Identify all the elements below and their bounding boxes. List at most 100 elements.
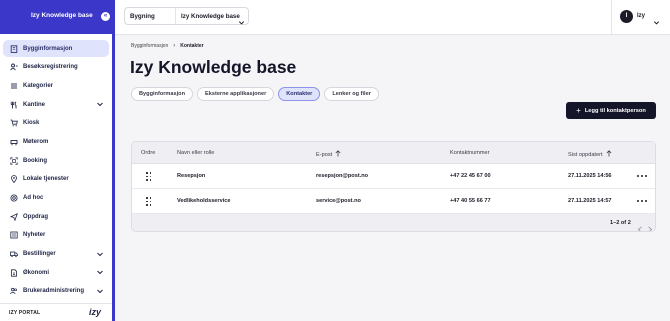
breadcrumb: Bygginformasjon › Kontakter	[131, 43, 204, 49]
contact-updated: 27.11.2025 14:57	[568, 198, 612, 204]
booking-icon	[10, 157, 18, 165]
table-row[interactable]: Resepsjon resepsjon@post.no +47 22 45 67…	[132, 164, 655, 189]
contact-email: resepsjon@post.no	[316, 173, 369, 179]
contact-name: Vedlikeholdsservice	[177, 198, 231, 204]
sidebar-item-besoksregistrering[interactable]: Besøksregistrering	[3, 59, 109, 76]
column-header-navn: Navn eller rolle	[177, 150, 214, 156]
sidebar-footer: IZY PORTAL izy	[0, 303, 112, 321]
building-selector[interactable]: Bygning Izy Knowledge base	[124, 7, 249, 25]
sidebar-item-kategorier[interactable]: Kategorier	[3, 77, 109, 94]
column-header-epost[interactable]: E-post	[316, 150, 341, 159]
sidebar-item-label: Besøksregistrering	[23, 64, 78, 71]
sidebar-item-bygginformasjon[interactable]: Bygginformasjon	[3, 40, 109, 57]
chevron-down-icon	[96, 268, 104, 276]
table-footer: 1–2 of 2	[132, 214, 655, 231]
column-label: Ordre	[141, 150, 156, 156]
topbar: Bygning Izy Knowledge base I Izy	[115, 0, 670, 35]
sidebar-item-label: Kategorier	[23, 82, 54, 89]
sidebar-item-brukeradministrering[interactable]: Brukeradministrering	[3, 283, 109, 300]
sidebar-item-ad-hoc[interactable]: Ad hoc	[3, 190, 109, 207]
sidebar-header: Izy Knowledge base «	[0, 0, 114, 34]
sidebar-item-label: Kiosk	[23, 120, 40, 127]
sidebar-item-bestillinger[interactable]: Bestillinger	[3, 246, 109, 263]
divider	[175, 8, 176, 24]
sidebar-item-label: Ad hoc	[23, 195, 44, 201]
pagination-info: 1–2 of 2	[610, 220, 631, 226]
sidebar-item-label: Booking	[23, 157, 47, 164]
drag-handle-icon[interactable]	[146, 172, 152, 181]
sidebar-accent-bar	[112, 0, 115, 321]
column-label: E-post	[316, 151, 333, 158]
news-icon	[10, 231, 18, 239]
more-options-icon[interactable]	[637, 200, 647, 203]
collapse-sidebar-icon[interactable]: «	[101, 12, 110, 21]
sidebar-item-booking[interactable]: Booking	[3, 152, 109, 169]
sidebar-item-label: Lokale tjenester	[23, 176, 69, 183]
sidebar-nav: Bygginformasjon Besøksregistrering Kateg…	[3, 40, 109, 302]
sidebar-item-lokale-tjenester[interactable]: Lokale tjenester	[3, 171, 109, 188]
users-icon	[10, 287, 18, 295]
breadcrumb-current: Kontakter	[180, 43, 204, 49]
column-header-ordre: Ordre	[141, 150, 155, 156]
column-label: Navn eller rolle	[177, 150, 215, 156]
add-contact-label: Legg til kontaktperson	[584, 107, 646, 114]
visitor-icon	[10, 63, 18, 71]
sidebar-item-nyheter[interactable]: Nyheter	[3, 227, 109, 244]
column-label: Sist oppdatert	[568, 151, 603, 158]
building-selector-value: Izy Knowledge base	[181, 13, 240, 20]
sidebar-item-oppdrag[interactable]: Oppdrag	[3, 208, 109, 225]
sidebar-item-label: Brukeradministrering	[23, 288, 85, 295]
sidebar-item-kiosk[interactable]: Kiosk	[3, 115, 109, 132]
user-name: Izy	[637, 13, 646, 19]
list-icon	[10, 82, 18, 90]
drag-handle-icon[interactable]	[146, 197, 152, 206]
sidebar-item-label: Bygginformasjon	[23, 45, 73, 52]
tab-kontakter[interactable]: Kontakter	[278, 87, 321, 101]
tab-bar: Bygginformasjon Eksterne applikasjoner K…	[131, 87, 379, 101]
sidebar-item-label: Økonomi	[23, 269, 50, 276]
chevron-down-icon	[96, 250, 104, 258]
chevron-right-icon: ›	[173, 43, 176, 49]
tab-lenker-og-filer[interactable]: Lenker og filer	[324, 87, 379, 101]
tab-eksterne-applikasjoner[interactable]: Eksterne applikasjoner	[197, 87, 275, 101]
column-header-kontaktnummer: Kontaktnummer	[450, 150, 489, 156]
meeting-room-icon	[10, 138, 18, 146]
portal-label: IZY PORTAL	[9, 310, 41, 316]
column-header-sist-oppdatert[interactable]: Sist oppdatert	[568, 150, 612, 159]
contact-email: service@post.no	[316, 198, 361, 204]
izy-logo: izy	[89, 307, 102, 317]
contacts-table: Ordre Navn eller rolle E-post Kontaktnum…	[131, 141, 656, 232]
cutlery-icon	[10, 101, 18, 109]
contact-phone: +47 40 55 66 77	[450, 198, 491, 204]
chevron-right-icon[interactable]	[647, 220, 653, 231]
chevron-down-icon	[238, 13, 245, 25]
sort-arrow-up-icon	[606, 150, 612, 159]
location-icon	[10, 175, 18, 184]
send-icon	[10, 212, 18, 221]
column-label: Kontaktnummer	[450, 150, 490, 156]
sidebar-item-moterom[interactable]: Møterom	[3, 133, 109, 150]
sidebar-item-kantine[interactable]: Kantine	[3, 96, 109, 113]
table-row[interactable]: Vedlikeholdsservice service@post.no +47 …	[132, 189, 655, 214]
chevron-left-icon[interactable]	[637, 220, 643, 231]
contact-name: Resepsjon	[177, 173, 206, 179]
tab-bygginformasjon[interactable]: Bygginformasjon	[131, 87, 193, 101]
chevron-down-icon	[96, 287, 104, 295]
contact-phone: +47 22 45 67 00	[450, 173, 491, 179]
target-icon	[10, 194, 18, 202]
contact-updated: 27.11.2025 14:56	[568, 173, 612, 179]
chevron-down-icon	[96, 100, 104, 108]
breadcrumb-link[interactable]: Bygginformasjon	[131, 43, 168, 49]
more-options-icon[interactable]	[637, 175, 647, 178]
table-header: Ordre Navn eller rolle E-post Kontaktnum…	[132, 142, 655, 164]
cart-icon	[10, 119, 18, 127]
sidebar-item-okonomi[interactable]: Økonomi	[3, 264, 109, 281]
sidebar-item-label: Nyheter	[23, 232, 46, 239]
sidebar-title: Izy Knowledge base	[31, 12, 93, 19]
page-title: Izy Knowledge base	[130, 57, 297, 77]
sort-arrow-up-icon	[335, 150, 341, 159]
building-icon	[10, 44, 18, 53]
add-contact-button[interactable]: + Legg til kontaktperson	[566, 102, 656, 119]
user-menu[interactable]: I Izy	[611, 0, 670, 35]
plus-icon: +	[576, 105, 581, 115]
